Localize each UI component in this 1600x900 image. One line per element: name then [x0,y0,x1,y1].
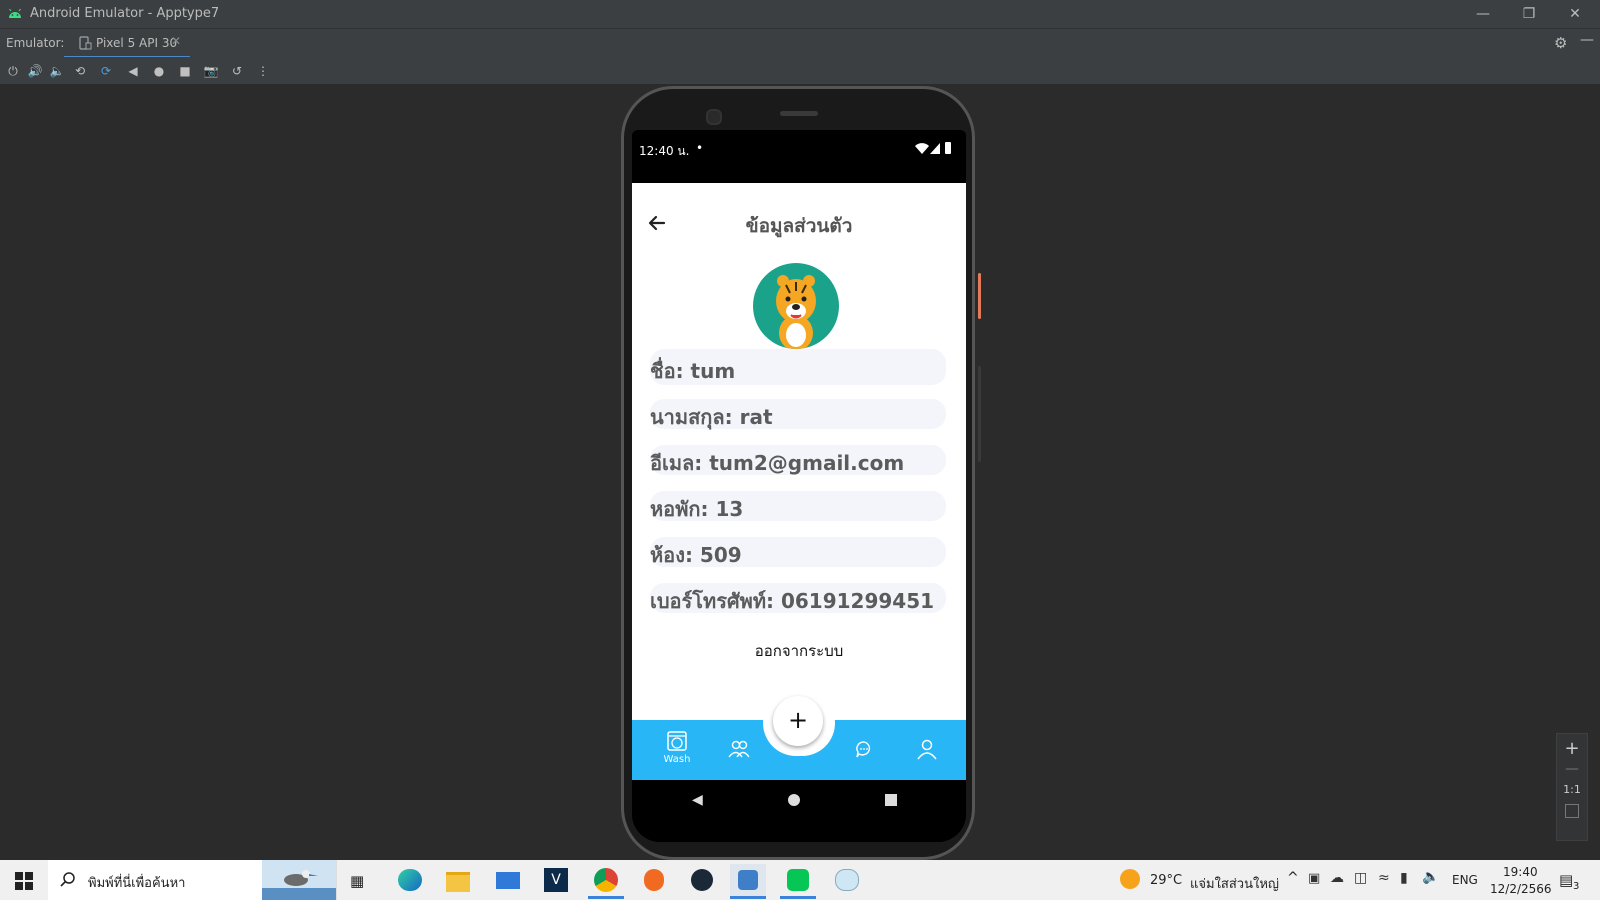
onedrive-icon[interactable]: ☁ [1330,870,1344,886]
visual-studio-icon[interactable]: V [538,864,574,896]
weather-description[interactable]: แจ่มใสส่วนใหญ่ [1190,873,1279,894]
android-navigation-bar: ◀ [632,780,966,842]
zoom-out-button[interactable]: — [1557,761,1587,777]
nav-item-wash[interactable]: Wash [660,730,694,770]
wifi-tray-icon[interactable]: ≈ [1378,870,1390,886]
task-view-icon[interactable]: ▦ [350,872,364,890]
emulator-tab-bar: Emulator: Pixel 5 API 30 ✕ ⚙ — [0,28,1600,59]
avatar[interactable] [753,263,839,349]
back-icon[interactable]: ◀ [124,62,142,80]
notifications-icon[interactable]: ▤ [1559,871,1573,889]
hide-panel-icon[interactable]: — [1580,32,1594,48]
android-logo-icon [9,8,21,18]
android-status-bar: 12:40 น. • [632,130,966,183]
cell-signal-icon [930,143,940,154]
chrome-icon[interactable] [588,864,624,899]
volume-tray-icon[interactable]: 🔈 [1422,869,1439,885]
weather-icon[interactable] [1120,869,1140,889]
volume-down-icon[interactable]: 🔈 [48,62,66,80]
power-side-button[interactable] [978,273,981,319]
chat-icon[interactable] [855,740,873,758]
home-icon[interactable]: ● [150,62,168,80]
profile-screen: ข้อมูลส่วนตัว ชื่อ: tum นามสกุล: rat อีเ… [632,183,966,743]
field-first-name: ชื่อ: tum [650,349,946,385]
zoom-panel: + — 1:1 [1556,733,1588,841]
search-icon [60,872,75,887]
nav-label-wash: Wash [663,754,691,765]
earpiece-speaker [780,111,818,116]
emulator-label: Emulator: [6,36,65,50]
steam-icon[interactable] [684,864,720,896]
emulator-toolbar: ⏻ 🔊 🔈 ⟲ ⟳ ◀ ● ■ 📷 ↺ ⋮ [0,57,1600,84]
fit-screen-icon[interactable] [1565,804,1579,818]
windows-start-icon[interactable] [15,872,33,890]
field-email: อีเมล: tum2@gmail.com [650,445,946,475]
screenshot-camera-icon[interactable]: 📷 [202,62,220,80]
input-language[interactable]: ENG [1452,873,1478,887]
app-orange-icon[interactable] [636,864,672,896]
file-explorer-icon[interactable] [440,864,476,896]
tab-pixel-5[interactable]: Pixel 5 API 30 ✕ [64,29,190,59]
users-icon[interactable] [728,739,750,759]
clock-time[interactable]: 19:40 [1503,865,1538,879]
search-placeholder: พิมพ์ที่นี่เพื่อค้นหา [88,876,186,891]
tab-close-icon[interactable]: ✕ [171,34,181,48]
mail-icon[interactable] [490,864,526,896]
more-options-icon[interactable]: ⋮ [254,62,272,80]
minimize-button[interactable]: — [1460,0,1506,28]
profile-icon[interactable] [916,738,938,760]
battery-icon [945,142,951,154]
rotate-left-icon[interactable]: ⟲ [71,62,89,80]
field-last-name: นามสกุล: rat [650,399,946,429]
device-icon [79,36,92,50]
status-notification-dot: • [696,141,704,155]
phone-screen: 12:40 น. • ข้อมูลส่วนตัว ชื่อ: tum นามสก… [632,130,966,842]
field-phone-number: เบอร์โทรศัพท์: 06191299451 [650,583,946,613]
front-camera [706,109,722,125]
android-home-icon[interactable] [788,794,800,806]
logout-button[interactable]: ออกจากระบบ [632,639,966,663]
washer-icon [667,731,687,751]
battery-tray-icon[interactable]: ▮ [1400,870,1408,886]
power-icon[interactable]: ⏻ [4,62,22,80]
window-title-bar: Android Emulator - Apptype7 — ❐ ✕ [0,0,1600,28]
wifi-icon [915,143,929,154]
close-window-button[interactable]: ✕ [1552,0,1598,28]
tab-label: Pixel 5 API 30 [96,36,178,50]
add-fab-button[interactable]: + [773,696,823,746]
field-room: ห้อง: 509 [650,537,946,567]
android-studio-icon[interactable] [730,864,766,899]
zoom-actual-size-button[interactable]: 1:1 [1557,783,1587,796]
weather-temp[interactable]: 29°C [1150,873,1182,888]
snapshot-restore-icon[interactable]: ↺ [228,62,246,80]
settings-gear-icon[interactable]: ⚙ [1554,34,1567,52]
search-highlight-bird-image [262,860,336,900]
window-title: Android Emulator - Apptype7 [30,6,220,21]
taskbar-search-box[interactable]: พิมพ์ที่นี่เพื่อค้นหา [48,860,337,900]
clock-date[interactable]: 12/2/2566 [1490,882,1552,896]
edge-browser-icon[interactable] [392,864,428,896]
zoom-in-button[interactable]: + [1557,738,1587,759]
volume-side-button[interactable] [978,366,981,462]
android-back-icon[interactable]: ◀ [692,792,703,808]
tray-display-icon[interactable]: ◫ [1354,870,1367,886]
rotate-right-icon[interactable]: ⟳ [97,62,115,80]
windows-taskbar: พิมพ์ที่นี่เพื่อค้นหา ▦ V 29°C แจ่มใสส่ว… [0,860,1600,900]
bottom-navigation: + Wash [632,690,966,780]
restore-button[interactable]: ❐ [1506,0,1552,28]
android-recents-icon[interactable] [885,794,897,806]
notification-count: 3 [1573,881,1580,892]
field-dorm: หอพัก: 13 [650,491,946,521]
tiger-avatar-image [776,275,816,349]
volume-up-icon[interactable]: 🔊 [26,62,44,80]
paint-icon[interactable] [828,864,864,896]
tray-app-icon[interactable]: ▣ [1308,871,1320,886]
line-app-icon[interactable] [780,864,816,899]
status-time: 12:40 น. [639,144,690,158]
page-title: ข้อมูลส่วนตัว [745,215,853,237]
overview-icon[interactable]: ■ [176,62,194,80]
show-hidden-icons-icon[interactable]: ^ [1287,870,1299,886]
